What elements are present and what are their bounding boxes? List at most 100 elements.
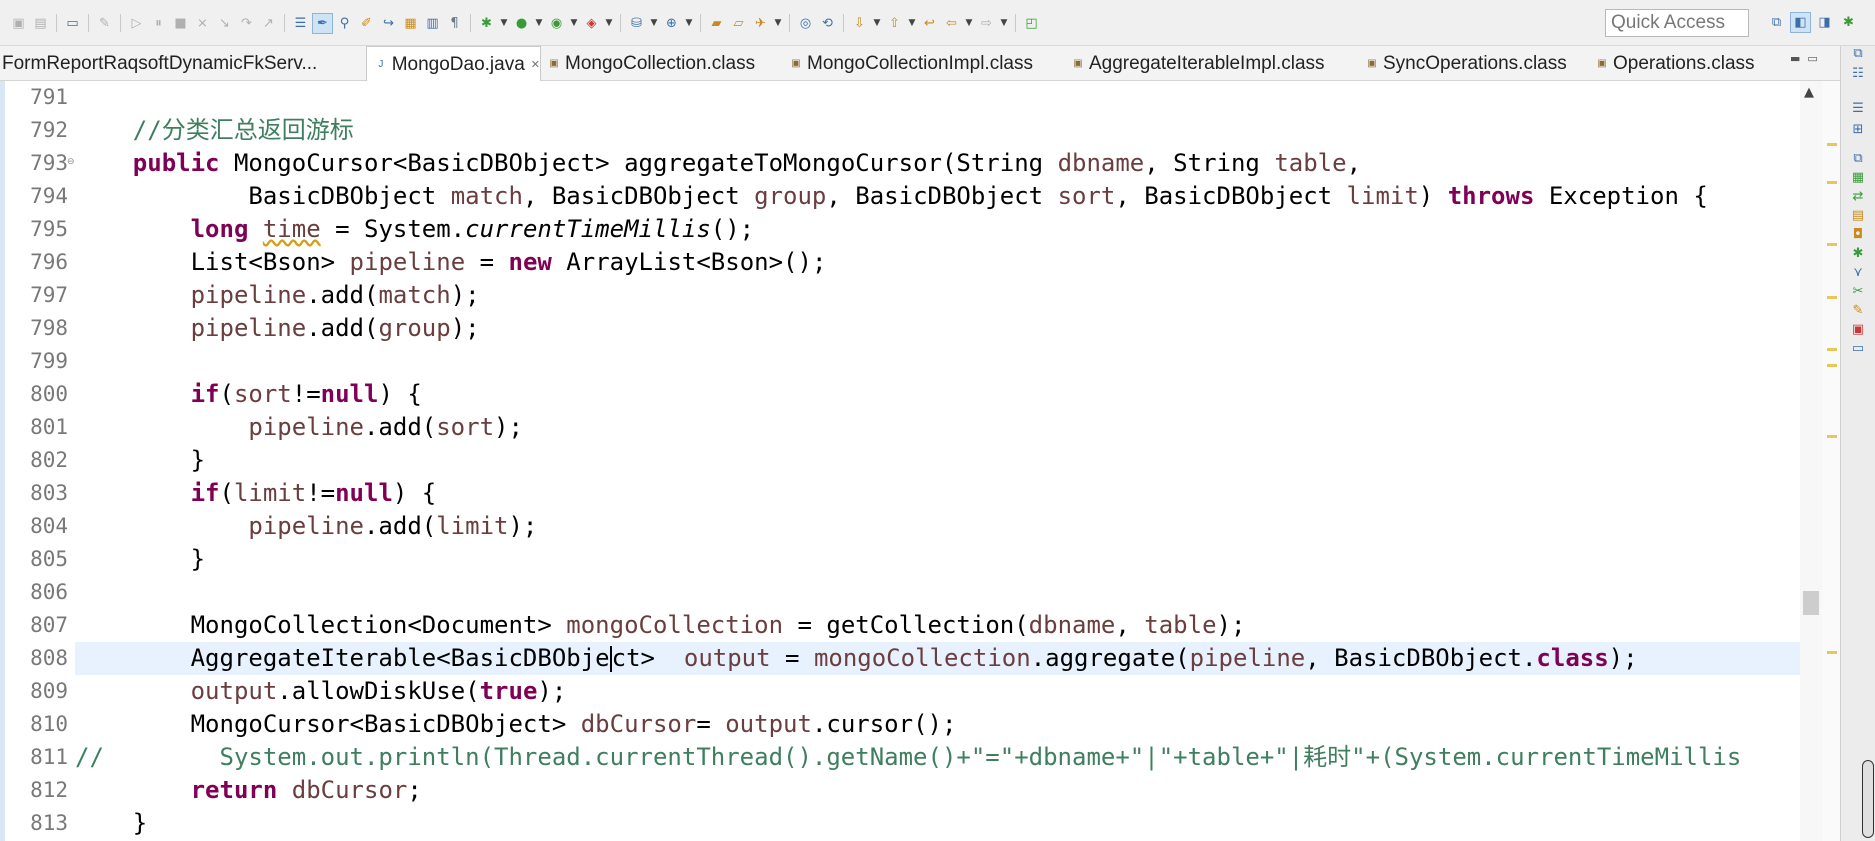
tab-operations[interactable]: ▣ Operations.class: [1594, 46, 1784, 81]
chevron-down-icon[interactable]: ▼: [498, 18, 510, 28]
resume-icon[interactable]: ▷: [126, 13, 147, 34]
console-icon[interactable]: ▭: [62, 13, 83, 34]
code-line[interactable]: //分类汇总返回游标: [75, 114, 1800, 147]
chevron-down-icon[interactable]: ▼: [683, 18, 695, 28]
code-line[interactable]: }: [75, 444, 1800, 477]
forward-icon[interactable]: ⇨: [976, 13, 997, 34]
code-line[interactable]: AggregateIterable<BasicDBObject> output …: [75, 642, 1800, 675]
overview-ruler[interactable]: [1822, 81, 1840, 841]
annotation-marker[interactable]: [1827, 348, 1837, 351]
annotation-marker[interactable]: [1827, 243, 1837, 246]
annotation-marker[interactable]: [1827, 143, 1837, 146]
next-annotation-icon[interactable]: ⇩: [849, 13, 870, 34]
debug-icon[interactable]: ✱: [476, 13, 497, 34]
task-list-icon[interactable]: ☰: [1850, 101, 1866, 117]
terminate-icon[interactable]: ■: [170, 13, 191, 34]
step-return-icon[interactable]: ↗: [258, 13, 279, 34]
editor-vertical-scrollbar[interactable]: ▲: [1800, 81, 1822, 841]
maximize-icon[interactable]: ▭: [1807, 52, 1817, 65]
open-folder-icon[interactable]: ▰: [706, 13, 727, 34]
code-line[interactable]: [75, 576, 1800, 609]
code-line[interactable]: }: [75, 543, 1800, 576]
code-line[interactable]: MongoCollection<Document> mongoCollectio…: [75, 609, 1800, 642]
annotation-marker[interactable]: [1827, 435, 1837, 438]
save-icon[interactable]: ▣: [8, 13, 29, 34]
chevron-down-icon[interactable]: ▼: [568, 18, 580, 28]
code-line[interactable]: }: [75, 807, 1800, 840]
code-line[interactable]: output.allowDiskUse(true);: [75, 675, 1800, 708]
annotation-marker[interactable]: [1827, 651, 1837, 654]
tab-mongodao[interactable]: J MongoDao.java ✕: [366, 46, 541, 82]
java-perspective-icon[interactable]: ◨: [1814, 12, 1835, 33]
call-hierarchy-icon[interactable]: ⧉: [1850, 151, 1866, 167]
code-line[interactable]: // System.out.println(Thread.currentThre…: [75, 741, 1800, 774]
show-whitespace-icon[interactable]: ▥: [422, 13, 443, 34]
search-file-icon[interactable]: ✈: [750, 13, 771, 34]
code-line[interactable]: pipeline.add(match);: [75, 279, 1800, 312]
quick-access-input[interactable]: Quick Access: [1605, 9, 1749, 37]
chevron-down-icon[interactable]: ▼: [906, 18, 918, 28]
code-line[interactable]: pipeline.add(sort);: [75, 411, 1800, 444]
variables-icon[interactable]: ✱: [1850, 246, 1866, 262]
open-declaration-icon[interactable]: ▦: [400, 13, 421, 34]
show-whitespace-toggle-icon[interactable]: ¶: [444, 13, 465, 34]
scroll-up-icon[interactable]: ▲: [1804, 85, 1814, 100]
chevron-down-icon[interactable]: ▼: [998, 18, 1010, 28]
tab-mongocollection[interactable]: ▣ MongoCollection.class: [546, 46, 786, 81]
open-perspective-icon[interactable]: ◰: [1021, 13, 1042, 34]
external-tools-icon[interactable]: ◈: [581, 13, 602, 34]
globe-icon[interactable]: ◎: [795, 13, 816, 34]
code-line[interactable]: List<Bson> pipeline = new ArrayList<Bson…: [75, 246, 1800, 279]
code-line[interactable]: BasicDBObject match, BasicDBObject group…: [75, 180, 1800, 213]
java-ee-perspective-icon[interactable]: ◧: [1790, 12, 1811, 33]
code-line[interactable]: [75, 345, 1800, 378]
wrench-icon[interactable]: ✂: [1850, 284, 1866, 300]
code-line[interactable]: return dbCursor;: [75, 774, 1800, 807]
code-line[interactable]: long time = System.currentTimeMillis();: [75, 213, 1800, 246]
close-icon[interactable]: ✕: [531, 58, 540, 71]
code-line[interactable]: public MongoCursor<BasicDBObject> aggreg…: [75, 147, 1800, 180]
code-line[interactable]: MongoCursor<BasicDBObject> dbCursor= out…: [75, 708, 1800, 741]
code-area[interactable]: //分类汇总返回游标 public MongoCursor<BasicDBObj…: [75, 81, 1800, 841]
restore-icon[interactable]: ⧉: [1850, 46, 1866, 62]
fold-toggle-icon[interactable]: ⊖: [67, 157, 75, 167]
expressions-icon[interactable]: ⋎: [1850, 265, 1866, 281]
step-over-icon[interactable]: ↷: [236, 13, 257, 34]
problems-icon[interactable]: ✎: [1850, 303, 1866, 319]
terminal-icon[interactable]: ▭: [1850, 341, 1866, 357]
run-icon[interactable]: ●: [511, 13, 532, 34]
step-into-icon[interactable]: ↘: [214, 13, 235, 34]
chevron-down-icon[interactable]: ▼: [963, 18, 975, 28]
last-edit-icon[interactable]: ↩: [919, 13, 940, 34]
console-view-icon[interactable]: ▣: [1850, 322, 1866, 338]
tab-aggregateiterableimpl[interactable]: ▣ AggregateIterableImpl.class: [1070, 46, 1365, 81]
toggle-mark-occurrences-icon[interactable]: ✒: [312, 12, 333, 34]
open-perspective-button-icon[interactable]: ⧉: [1766, 12, 1787, 33]
save-all-icon[interactable]: ▤: [30, 13, 51, 34]
back-icon[interactable]: ⇦: [941, 13, 962, 34]
suspend-icon[interactable]: ⏸: [148, 13, 169, 34]
tab-formreport[interactable]: FormReportRaqsoftDynamicFkServ...: [0, 46, 365, 81]
chevron-down-icon[interactable]: ▼: [603, 18, 615, 28]
breakpoints-icon[interactable]: ◘: [1850, 227, 1866, 243]
code-line[interactable]: pipeline.add(group);: [75, 312, 1800, 345]
annotation-marker[interactable]: [1827, 296, 1837, 299]
code-line[interactable]: if(limit!=null) {: [75, 477, 1800, 510]
minimize-icon[interactable]: ▬: [1790, 52, 1800, 65]
search-icon[interactable]: ⚲: [334, 13, 355, 34]
new-web-icon[interactable]: ⊕: [661, 13, 682, 34]
pen-icon[interactable]: ✐: [356, 13, 377, 34]
open-type-icon[interactable]: ☰: [290, 13, 311, 34]
code-line[interactable]: [75, 81, 1800, 114]
code-line[interactable]: pipeline.add(limit);: [75, 510, 1800, 543]
debug-perspective-icon[interactable]: ✱: [1838, 12, 1859, 33]
run-last-icon[interactable]: ◉: [546, 13, 567, 34]
code-editor[interactable]: 791 792 793 ⊖ 794 795 796 797 798 799 80…: [0, 81, 1800, 841]
chevron-down-icon[interactable]: ▼: [772, 18, 784, 28]
chevron-down-icon[interactable]: ▼: [648, 18, 660, 28]
jar-icon[interactable]: ⇄: [1850, 189, 1866, 205]
annotation-marker[interactable]: [1827, 181, 1837, 184]
tab-syncoperations[interactable]: ▣ SyncOperations.class: [1364, 46, 1594, 81]
package-icon[interactable]: ▦: [1850, 170, 1866, 186]
refresh-icon[interactable]: ⟲: [817, 13, 838, 34]
